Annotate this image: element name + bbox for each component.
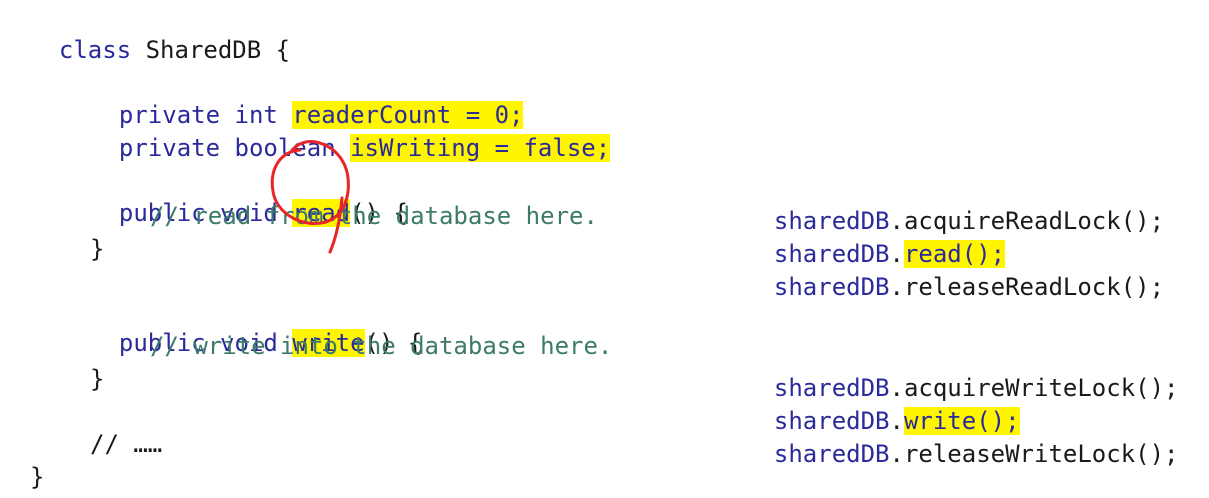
class-keyword: class — [58, 36, 132, 64]
class-declaration-line: class SharedDB { — [30, 5, 290, 64]
shareddb-object: sharedDB — [773, 440, 890, 468]
write-block-acquire-line: sharedDB.acquireWriteLock(); — [745, 343, 1179, 402]
read-comment-line: // read from the database here. — [150, 202, 598, 230]
read-method-line: public void read() { — [90, 168, 408, 227]
read-block-release-line: sharedDB.releaseReadLock(); — [745, 242, 1164, 301]
write-method-line: public void write() { — [90, 298, 422, 357]
write-block-write-line: sharedDB.write(); — [745, 376, 1020, 435]
reader-count-field-line: private int readerCount = 0; — [90, 70, 524, 129]
read-block-acquire-line: sharedDB.acquireReadLock(); — [745, 176, 1164, 235]
dot: . — [889, 273, 904, 301]
dot: . — [889, 440, 904, 468]
write-block-release-line: sharedDB.releaseWriteLock(); — [745, 409, 1179, 468]
release-read-lock-call: releaseReadLock(); — [903, 273, 1165, 301]
shareddb-object: sharedDB — [773, 273, 890, 301]
is-writing-field-line: private boolean isWriting = false; — [90, 103, 611, 162]
read-close-brace: } — [90, 235, 105, 263]
class-close-brace: } — [30, 463, 45, 491]
write-close-brace: } — [90, 365, 105, 393]
write-comment-line: // write into the database here. — [150, 332, 613, 360]
release-write-lock-call: releaseWriteLock(); — [903, 440, 1179, 468]
class-name: SharedDB — [131, 36, 276, 64]
read-block-read-line: sharedDB.read(); — [745, 209, 1006, 268]
is-writing-modifiers: private boolean — [118, 134, 351, 162]
class-open-brace: { — [275, 36, 291, 64]
ellipsis-comment-line: // …… — [90, 430, 163, 458]
is-writing-highlight: isWriting = false; — [350, 134, 611, 162]
